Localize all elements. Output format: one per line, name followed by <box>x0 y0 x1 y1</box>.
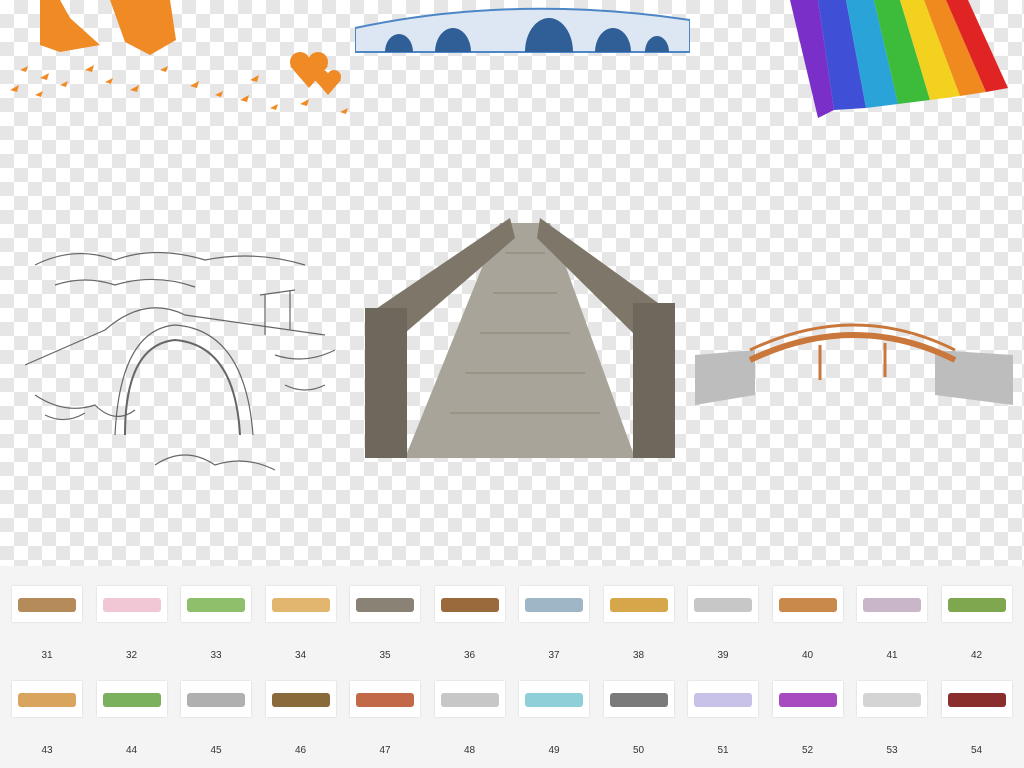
thumbnail-image <box>187 598 245 612</box>
thumbnail-number: 35 <box>379 650 391 661</box>
thumbnail-number: 32 <box>125 650 138 661</box>
thumbnail-item[interactable] <box>941 681 1012 717</box>
thumbnail-item[interactable] <box>350 586 420 622</box>
thumbnail-number: 52 <box>801 745 814 756</box>
thumbnail-item[interactable] <box>603 586 674 622</box>
thumbnail-item[interactable] <box>434 681 505 717</box>
thumbnail-item[interactable] <box>519 681 589 717</box>
thumbnail-number: 39 <box>717 650 729 661</box>
thumbnail-image <box>694 693 752 707</box>
thumbnail-image <box>102 598 161 612</box>
thumbnail-image <box>440 693 499 707</box>
thumbnail-image <box>356 693 414 707</box>
thumbnail-item[interactable] <box>12 586 82 622</box>
thumbnail-item[interactable] <box>265 586 336 622</box>
red-railing-bridge-image <box>695 323 1013 405</box>
preview-canvas <box>0 0 1024 566</box>
thumbnail-number: 53 <box>886 745 898 756</box>
thumbnail-item[interactable] <box>350 681 420 717</box>
thumbnail-image <box>947 598 1006 612</box>
thumbnail-number: 41 <box>886 650 898 661</box>
thumbnail-number: 47 <box>379 745 391 756</box>
thumbnail-item[interactable] <box>96 586 167 622</box>
thumbnail-item[interactable] <box>519 586 589 622</box>
thumbnail-image <box>356 598 414 612</box>
thumbnail-item[interactable] <box>12 681 82 717</box>
thumbnail-image <box>778 598 837 612</box>
thumbnail-image <box>863 693 921 707</box>
thumbnail-item[interactable] <box>857 681 927 717</box>
thumbnail-number: 49 <box>548 745 560 756</box>
thumbnail-number: 44 <box>125 745 138 756</box>
thumbnail-number: 37 <box>548 650 560 661</box>
thumbnail-number: 43 <box>41 745 53 756</box>
thumbnail-image <box>525 693 583 707</box>
thumbnail-image <box>18 693 76 707</box>
thumbnail-number: 31 <box>41 650 53 661</box>
thumbnail-number: 54 <box>970 745 983 756</box>
rainbow-image <box>790 0 1008 118</box>
thumbnail-number: 40 <box>801 650 814 661</box>
thumbnail-image <box>102 693 161 707</box>
thumbnail-item[interactable] <box>181 681 251 717</box>
stone-arch-bridge-image <box>355 7 690 53</box>
thumbnail-number: 46 <box>294 745 307 756</box>
thumbnail-image <box>863 598 921 612</box>
thumbnail-item[interactable] <box>96 681 167 717</box>
sketch-bridge-image <box>25 251 336 471</box>
thumbnail-strip: 31 32 33 34 35 36 37 38 39 40 41 42 43 44 45 46 47 48 49 50… <box>0 566 1024 768</box>
thumbnail-item[interactable] <box>857 586 927 622</box>
thumbnail-number: 45 <box>210 745 222 756</box>
thumbnail-image <box>187 693 245 707</box>
wooden-boardwalk-image <box>365 218 675 458</box>
thumbnail-image <box>271 693 330 707</box>
thumbnail-image <box>18 598 76 612</box>
thumbnail-item[interactable] <box>688 681 758 717</box>
thumbnail-number: 38 <box>632 650 645 661</box>
thumbnail-image <box>525 598 583 612</box>
thumbnail-image <box>778 693 837 707</box>
thumbnail-number: 51 <box>717 745 729 756</box>
thumbnail-item[interactable] <box>941 586 1012 622</box>
thumbnail-item[interactable] <box>772 681 843 717</box>
thumbnail-number: 36 <box>463 650 476 661</box>
thumbnail-image <box>440 598 499 612</box>
thumbnail-image <box>271 598 330 612</box>
thumbnail-image <box>947 693 1006 707</box>
thumbnail-number: 42 <box>970 650 983 661</box>
thumbnail-number: 33 <box>210 650 222 661</box>
thumbnail-item[interactable] <box>772 586 843 622</box>
couple-silhouette-image <box>10 0 348 114</box>
thumbnail-number: 34 <box>294 650 307 661</box>
thumbnail-item[interactable] <box>181 586 251 622</box>
thumbnail-number: 48 <box>463 745 476 756</box>
thumbnail-image <box>694 598 752 612</box>
thumbnail-item[interactable] <box>688 586 758 622</box>
thumbnail-number: 50 <box>632 745 645 756</box>
thumbnail-image <box>609 598 668 612</box>
thumbnail-item[interactable] <box>434 586 505 622</box>
thumbnail-image <box>609 693 668 707</box>
thumbnail-item[interactable] <box>265 681 336 717</box>
thumbnail-item[interactable] <box>603 681 674 717</box>
